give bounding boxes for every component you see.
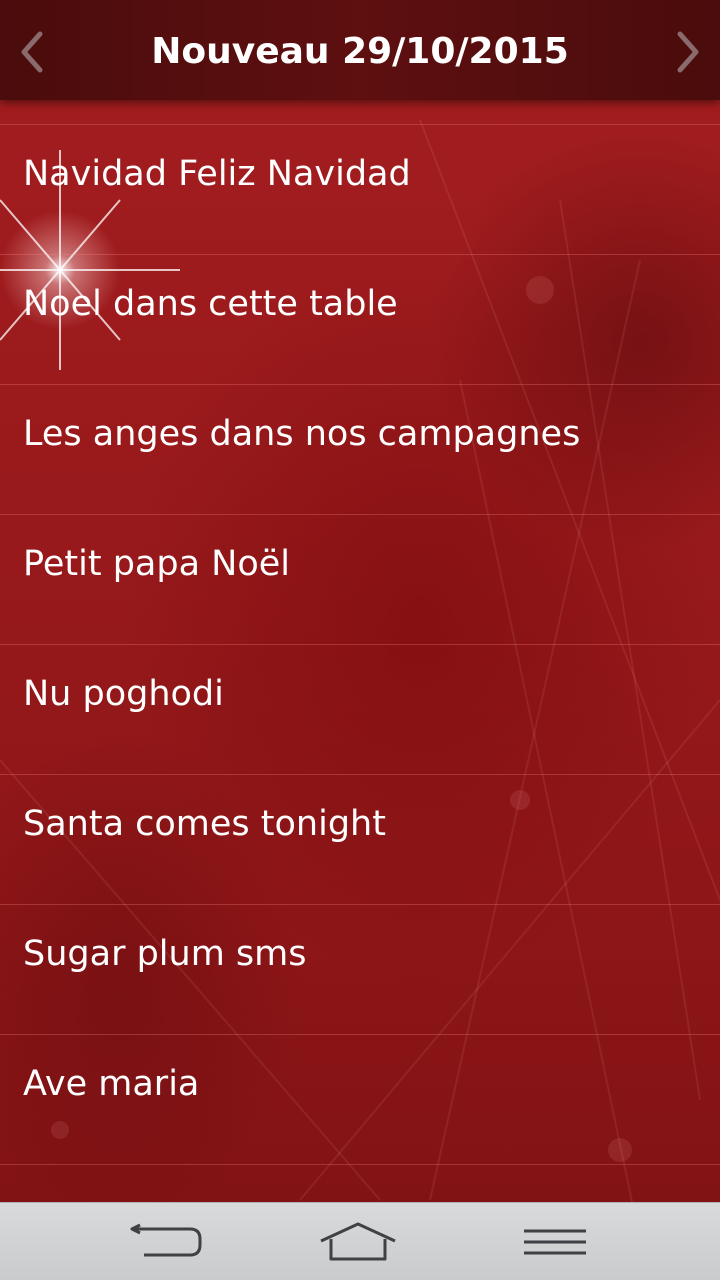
list-item[interactable]: Petit papa Noël bbox=[0, 515, 720, 645]
app-screen: Nouveau 29/10/2015 Navidad Feliz Navidad… bbox=[0, 0, 720, 1280]
title-bar: Nouveau 29/10/2015 bbox=[0, 0, 720, 100]
page-title: Nouveau 29/10/2015 bbox=[151, 31, 569, 72]
chevron-right-icon bbox=[677, 31, 699, 73]
list-item[interactable]: Santa comes tonight bbox=[0, 775, 720, 905]
home-button[interactable] bbox=[313, 1219, 403, 1265]
system-navigation-bar bbox=[0, 1202, 720, 1280]
list-divider bbox=[0, 100, 720, 125]
chevron-left-icon bbox=[21, 31, 43, 73]
song-title: Ave maria bbox=[23, 1064, 200, 1104]
back-button[interactable] bbox=[120, 1219, 210, 1265]
home-icon bbox=[320, 1222, 396, 1261]
list-item[interactable]: Noel dans cette table bbox=[0, 255, 720, 385]
menu-icon bbox=[524, 1229, 586, 1255]
list-item[interactable]: Sugar plum sms bbox=[0, 905, 720, 1035]
menu-button[interactable] bbox=[510, 1219, 600, 1265]
song-title: Petit papa Noël bbox=[23, 544, 290, 584]
song-title: Les anges dans nos campagnes bbox=[23, 414, 581, 454]
next-date-button[interactable] bbox=[668, 28, 708, 76]
back-arrow-icon bbox=[130, 1223, 202, 1257]
list-item[interactable]: Nu poghodi bbox=[0, 645, 720, 775]
song-title: Nu poghodi bbox=[23, 674, 224, 714]
prev-date-button[interactable] bbox=[12, 28, 52, 76]
song-title: Noel dans cette table bbox=[23, 284, 398, 324]
list-item[interactable]: Ave maria bbox=[0, 1035, 720, 1165]
song-list: Navidad Feliz Navidad Noel dans cette ta… bbox=[0, 100, 720, 1165]
list-item[interactable]: Navidad Feliz Navidad bbox=[0, 125, 720, 255]
song-title: Sugar plum sms bbox=[23, 934, 307, 974]
song-title: Santa comes tonight bbox=[23, 804, 386, 844]
list-item[interactable]: Les anges dans nos campagnes bbox=[0, 385, 720, 515]
song-title: Navidad Feliz Navidad bbox=[23, 154, 411, 194]
